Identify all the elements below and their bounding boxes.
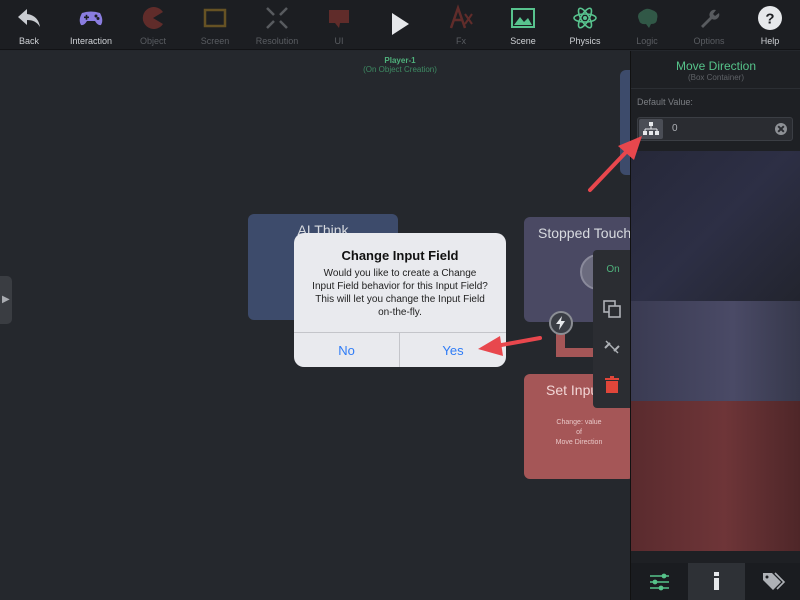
toolbar-back-label: Back: [18, 36, 39, 46]
chat-bubble-icon: [329, 10, 349, 28]
toolbar-screen-button[interactable]: Screen: [182, 0, 248, 50]
blurred-region: [631, 301, 800, 401]
left-drawer-handle[interactable]: ▶: [0, 276, 12, 324]
tab-settings[interactable]: [631, 563, 688, 600]
toolbar-ui-label: UI: [334, 36, 344, 46]
expand-arrows-icon: [266, 7, 288, 29]
toolbar-ui-button[interactable]: UI: [306, 0, 372, 50]
help-icon: ?: [758, 6, 782, 30]
toolbar-resolution-button[interactable]: Resolution: [244, 0, 310, 50]
toolbar-back-button[interactable]: Back: [0, 0, 62, 50]
toolbar-logic-label: Logic: [636, 36, 658, 46]
panel-title: Move Direction: [675, 59, 757, 73]
default-value-field[interactable]: 0: [637, 117, 793, 141]
toolbar-options-button[interactable]: Options: [676, 0, 742, 50]
lightning-bolt-icon[interactable]: [549, 311, 573, 335]
hierarchy-icon[interactable]: [639, 119, 663, 139]
desc-line: of: [576, 429, 582, 436]
chevron-right-icon: ▶: [2, 294, 10, 305]
play-icon: [392, 13, 409, 35]
change-input-field-dialog: Change Input Field Would you like to cre…: [294, 233, 506, 367]
connector-line-horizontal: [556, 348, 596, 357]
gamepad-icon: [79, 11, 103, 26]
toolbar-fx-label: Fx: [456, 36, 466, 46]
player-subtitle: (On Object Creation): [363, 65, 437, 74]
desc-line: Change: value: [556, 419, 602, 426]
no-button[interactable]: No: [294, 333, 400, 367]
toolbar-resolution-label: Resolution: [255, 36, 299, 46]
toolbar-help-button[interactable]: ? Help: [737, 0, 800, 50]
tags-icon: [763, 572, 786, 590]
toolbar-screen-label: Screen: [200, 36, 230, 46]
brain-icon: [638, 8, 658, 28]
image-icon: [511, 8, 535, 28]
svg-text:?: ?: [765, 11, 774, 28]
top-toolbar: Back Interaction Object Screen Resolutio…: [0, 0, 800, 50]
node-set-input-description: Change: value of Move Direction: [524, 418, 634, 448]
screen-frame-icon: [203, 8, 227, 28]
toolbar-interaction-label: Interaction: [69, 36, 113, 46]
clear-icon[interactable]: [775, 123, 787, 135]
toolbar-object-button[interactable]: Object: [120, 0, 186, 50]
toolbar-scene-button[interactable]: Scene: [490, 0, 556, 50]
properties-panel: Move Direction (Box Container) Default V…: [630, 51, 800, 600]
toolbar-logic-button[interactable]: Logic: [614, 0, 680, 50]
toolbar-options-label: Options: [693, 36, 725, 46]
sliders-icon: [650, 573, 669, 591]
dialog-buttons: No Yes: [294, 332, 506, 367]
panel-header: Move Direction (Box Container): [631, 51, 800, 89]
atom-icon: [573, 7, 597, 29]
info-icon: [714, 572, 719, 590]
node-context-menu: On: [593, 250, 633, 408]
unlink-icon[interactable]: [601, 336, 623, 358]
blurred-region: [631, 401, 800, 551]
pacman-icon: [142, 6, 163, 30]
toolbar-object-label: Object: [139, 36, 166, 46]
default-value-label: Default Value:: [637, 97, 693, 107]
yes-button[interactable]: Yes: [400, 333, 506, 367]
toolbar-physics-label: Physics: [569, 36, 601, 46]
toggle-on-label[interactable]: On: [593, 264, 633, 275]
desc-line: Move Direction: [555, 439, 603, 446]
toolbar-help-label: Help: [760, 36, 780, 46]
toolbar-interaction-button[interactable]: Interaction: [58, 0, 124, 50]
duplicate-icon[interactable]: [601, 298, 623, 320]
dialog-message: Would you like to create a Change Input …: [312, 268, 488, 318]
back-arrow-icon: [18, 9, 40, 27]
default-value-text: 0: [672, 123, 678, 134]
panel-tab-bar: [631, 563, 800, 600]
toolbar-fx-button[interactable]: Fx: [428, 0, 494, 50]
text-effect-icon: [449, 4, 473, 29]
toolbar-physics-button[interactable]: Physics: [552, 0, 618, 50]
play-button[interactable]: [366, 0, 432, 50]
blurred-region: [631, 151, 800, 301]
tab-tags[interactable]: [745, 563, 800, 600]
player-header: Player-1 (On Object Creation): [350, 56, 450, 74]
wrench-icon: [701, 9, 720, 29]
tab-info[interactable]: [688, 563, 745, 600]
player-title: Player-1: [384, 56, 416, 65]
trash-icon[interactable]: [601, 374, 623, 396]
dialog-title: Change Input Field: [341, 248, 459, 263]
toolbar-scene-label: Scene: [510, 36, 536, 46]
panel-subtitle: (Box Container): [687, 73, 745, 82]
node-stopped-touch-title: Stopped Touch: [538, 225, 632, 241]
